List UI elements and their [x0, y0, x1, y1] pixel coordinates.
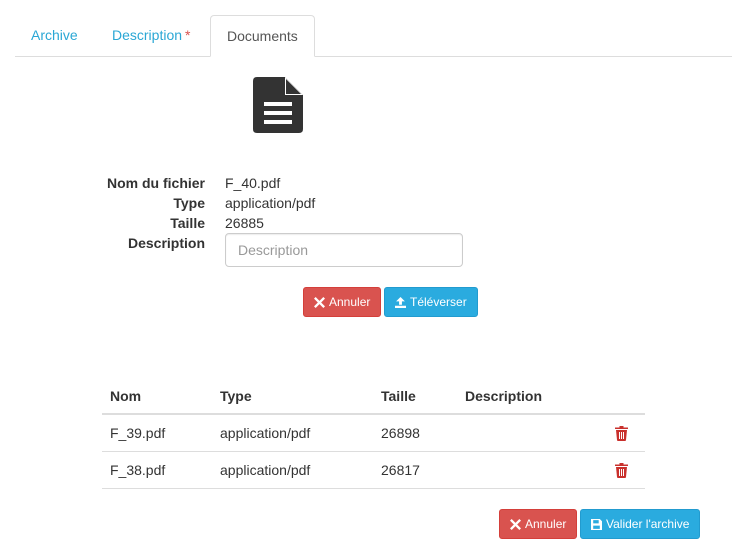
trash-icon[interactable]: [614, 462, 628, 478]
row-type: application/pdf: [212, 451, 373, 489]
upload-button[interactable]: Téléverser: [384, 287, 478, 317]
file-name-value: F_40.pdf: [225, 175, 281, 191]
tab-archive-label: Archive: [31, 27, 78, 43]
cancel-archive-button[interactable]: Annuler: [499, 509, 578, 539]
tab-documents[interactable]: Documents: [210, 15, 315, 57]
header-description: Description: [457, 378, 597, 415]
row-name: F_39.pdf: [102, 414, 212, 452]
file-description-label: Description: [127, 235, 205, 251]
file-type-value: application/pdf: [225, 195, 316, 211]
file-size-value: 26885: [225, 215, 264, 231]
file-name-label: Nom du fichier: [106, 175, 205, 191]
tab-description-label: Description: [112, 27, 183, 43]
file-text-icon: [253, 77, 303, 133]
row-size: 26898: [373, 414, 457, 452]
required-marker: *: [185, 27, 191, 43]
file-size-label: Taille: [170, 215, 205, 231]
documents-table: Nom Type Taille Description F_39.pdf app…: [102, 378, 645, 489]
table-row: F_39.pdf application/pdf 26898: [102, 414, 645, 452]
close-icon: [314, 296, 325, 308]
validate-archive-label: Valider l'archive: [606, 517, 690, 531]
tab-bar: Archive Description * Documents: [15, 15, 732, 57]
row-actions: [597, 451, 645, 489]
row-description: [457, 451, 597, 489]
header-type: Type: [212, 378, 373, 415]
close-icon: [510, 518, 521, 530]
row-description: [457, 414, 597, 452]
tab-documents-label: Documents: [227, 28, 298, 44]
file-type-label: Type: [173, 195, 205, 211]
save-icon: [591, 518, 602, 530]
upload-label: Téléverser: [410, 295, 467, 309]
upload-icon: [395, 296, 406, 308]
row-name: F_38.pdf: [102, 451, 212, 489]
row-size: 26817: [373, 451, 457, 489]
header-actions: [597, 378, 645, 415]
tab-description[interactable]: Description *: [96, 15, 206, 57]
cancel-upload-button[interactable]: Annuler: [303, 287, 382, 317]
table-header-row: Nom Type Taille Description: [102, 378, 645, 415]
description-input[interactable]: [225, 233, 463, 267]
header-name: Nom: [102, 378, 212, 415]
cancel-upload-label: Annuler: [329, 295, 371, 309]
tab-archive[interactable]: Archive: [15, 15, 94, 57]
trash-icon[interactable]: [614, 426, 628, 442]
row-actions: [597, 414, 645, 452]
table-row: F_38.pdf application/pdf 26817: [102, 451, 645, 489]
validate-archive-button[interactable]: Valider l'archive: [580, 509, 701, 539]
row-type: application/pdf: [212, 414, 373, 452]
header-size: Taille: [373, 378, 457, 415]
cancel-archive-label: Annuler: [525, 517, 567, 531]
